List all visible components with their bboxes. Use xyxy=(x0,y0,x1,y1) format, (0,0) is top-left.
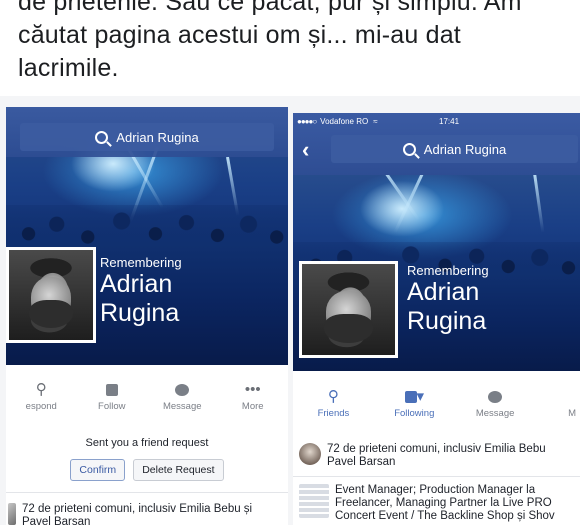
respond-button[interactable]: ⚲ espond xyxy=(6,379,77,412)
respond-label: espond xyxy=(25,401,57,412)
friend-request-text: Sent you a friend request xyxy=(85,437,209,449)
search-text: Adrian Rugina xyxy=(423,141,507,157)
more-icon: ••• xyxy=(244,381,261,398)
friends-label: Friends xyxy=(317,408,350,419)
remembering-label: Remembering xyxy=(407,263,489,278)
memorial-label: Remembering Adrian Rugina xyxy=(100,255,182,328)
profile-first-name: Adrian xyxy=(407,278,480,306)
profile-action-bar: ⚲ Friends ▾ Following Message M xyxy=(293,386,580,419)
search-bar[interactable]: Adrian Rugina xyxy=(20,123,274,151)
caption-line-2: căutat pagina acestui om și... mi-au dat xyxy=(18,21,461,49)
friend-request-panel: Sent you a friend request Confirm Delete… xyxy=(6,437,288,481)
search-icon xyxy=(95,130,109,144)
mutual-friends-line-1: 72 de prieteni comuni, inclusiv Emilia B… xyxy=(22,503,253,515)
mutual-friends-row[interactable]: 72 de prieteni comuni, inclusiv Emilia B… xyxy=(299,443,580,469)
more-button[interactable]: M xyxy=(536,386,576,419)
memorial-label: Remembering Adrian Rugina xyxy=(407,263,489,336)
follow-button[interactable]: Follow xyxy=(77,379,148,412)
search-bar[interactable]: Adrian Rugina xyxy=(331,135,578,163)
mutual-friends-line-2: Pavel Barsan xyxy=(327,456,396,468)
post-caption: de prietenie. Sau ce păcat, pur și simpl… xyxy=(18,0,578,85)
follow-label: Follow xyxy=(98,401,126,412)
carrier-name: Vodafone RO xyxy=(320,116,369,126)
profile-last-name: Rugina xyxy=(100,299,180,327)
mutual-friends-row[interactable]: 72 de prieteni comuni, inclusiv Emilia B… xyxy=(8,503,288,525)
message-icon xyxy=(455,386,536,408)
divider xyxy=(293,476,580,477)
back-arrow-icon[interactable]: ‹ xyxy=(302,139,309,161)
following-button[interactable]: ▾ Following xyxy=(374,386,455,419)
profile-first-name: Adrian xyxy=(100,270,173,298)
divider xyxy=(6,492,288,493)
caption-line-3: lacrimile. xyxy=(18,54,119,82)
mutual-friends-line-2: Pavel Barsan xyxy=(22,516,91,525)
following-icon: ▾ xyxy=(374,386,455,408)
work-line-3: Concert Event / The Backline Shop și Sho… xyxy=(335,510,555,522)
follow-icon xyxy=(77,379,148,401)
more-label: M xyxy=(568,408,576,419)
friends-icon: ⚲ xyxy=(327,388,339,405)
profile-picture[interactable] xyxy=(6,247,96,343)
message-icon xyxy=(147,379,218,401)
message-button[interactable]: Message xyxy=(147,379,218,412)
profile-last-name: Rugina xyxy=(407,307,487,335)
profile-action-bar: ⚲ espond Follow Message ••• More xyxy=(6,379,288,412)
delete-request-button[interactable]: Delete Request xyxy=(133,459,224,481)
work-page-thumbnail xyxy=(299,484,329,518)
mutual-friend-avatar xyxy=(299,443,321,465)
signal-icon: ●●●●○ xyxy=(297,116,317,126)
confirm-button[interactable]: Confirm xyxy=(70,459,126,481)
more-label: More xyxy=(241,401,264,412)
friends-button[interactable]: ⚲ Friends xyxy=(293,386,374,419)
mutual-friends-line-1: 72 de prieteni comuni, inclusiv Emilia B… xyxy=(327,443,546,455)
search-icon xyxy=(402,142,416,156)
caption-line-1: de prietenie. Sau ce păcat, pur și simpl… xyxy=(18,0,522,16)
work-info-row[interactable]: Event Manager; Production Manager la Fre… xyxy=(299,484,580,523)
following-label: Following xyxy=(394,408,435,419)
more-icon xyxy=(536,386,576,408)
message-button[interactable]: Message xyxy=(455,386,536,419)
right-screenshot: ●●●●○ Vodafone RO ≈ 17:41 ‹ Adrian Rugin… xyxy=(293,113,580,525)
status-time: 17:41 xyxy=(439,116,460,126)
profile-picture[interactable] xyxy=(299,261,398,358)
message-label: Message xyxy=(475,408,515,419)
work-line-2: Freelancer, Managing Partner la Live PRO xyxy=(335,497,552,509)
wifi-icon: ≈ xyxy=(373,116,378,126)
search-text: Adrian Rugina xyxy=(116,129,199,145)
mutual-friends-thumbnail xyxy=(8,503,16,525)
left-screenshot: Adrian Rugina Remembering Adrian Rugina … xyxy=(6,107,288,525)
work-line-1: Event Manager; Production Manager la xyxy=(335,484,536,496)
more-button[interactable]: ••• More xyxy=(218,379,289,412)
person-plus-icon: ⚲ xyxy=(35,381,47,398)
status-bar: ●●●●○ Vodafone RO ≈ 17:41 xyxy=(297,115,576,127)
remembering-label: Remembering xyxy=(100,255,182,270)
message-label: Message xyxy=(162,401,202,412)
